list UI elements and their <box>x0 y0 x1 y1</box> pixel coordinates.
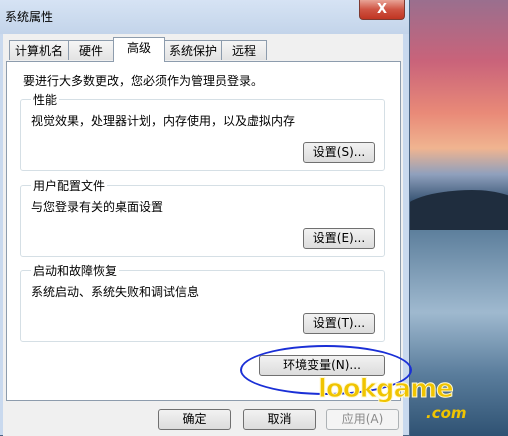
tab-remote[interactable]: 远程 <box>221 40 267 60</box>
user-profiles-settings-button[interactable]: 设置(E)... <box>303 228 375 249</box>
ok-button[interactable]: 确定 <box>158 409 231 430</box>
user-profiles-group-title: 用户配置文件 <box>31 177 108 194</box>
tab-hardware[interactable]: 硬件 <box>68 40 114 60</box>
watermark-logo: lookgame <box>318 374 455 405</box>
watermark-domain: .com <box>426 404 467 422</box>
user-profiles-group: 用户配置文件 与您登录有关的桌面设置 设置(E)... <box>20 177 385 257</box>
close-icon: X <box>376 2 388 17</box>
performance-description: 视觉效果，处理器计划，内存使用，以及虚拟内存 <box>31 114 296 128</box>
startup-recovery-description: 系统启动、系统失败和调试信息 <box>31 285 200 299</box>
tab-computer-name[interactable]: 计算机名 <box>9 40 69 60</box>
user-profiles-description: 与您登录有关的桌面设置 <box>31 200 164 214</box>
title-bar[interactable]: 系统属性 X <box>0 0 409 34</box>
performance-settings-button[interactable]: 设置(S)... <box>303 142 375 163</box>
wallpaper-hill <box>400 190 508 230</box>
startup-recovery-settings-button[interactable]: 设置(T)... <box>303 313 375 334</box>
admin-notice: 要进行大多数更改，您必须作为管理员登录。 <box>23 74 264 88</box>
cancel-button[interactable]: 取消 <box>243 409 316 430</box>
tab-system-protection[interactable]: 系统保护 <box>164 40 222 60</box>
tab-advanced[interactable]: 高级 <box>113 37 165 62</box>
startup-recovery-group-title: 启动和故障恢复 <box>31 262 120 279</box>
window-title: 系统属性 <box>5 10 54 24</box>
performance-group-title: 性能 <box>31 91 60 108</box>
performance-group: 性能 视觉效果，处理器计划，内存使用，以及虚拟内存 设置(S)... <box>20 91 385 171</box>
apply-button[interactable]: 应用(A) <box>326 409 399 430</box>
startup-recovery-group: 启动和故障恢复 系统启动、系统失败和调试信息 设置(T)... <box>20 262 385 342</box>
close-button[interactable]: X <box>359 0 405 20</box>
